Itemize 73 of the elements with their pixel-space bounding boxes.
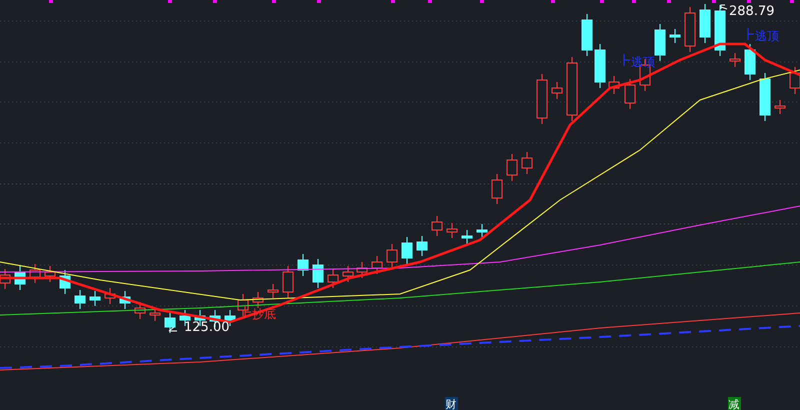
event-label: 减 bbox=[728, 398, 740, 410]
candlestick bbox=[328, 268, 338, 288]
candlestick bbox=[44, 266, 56, 282]
tick-mark bbox=[747, 0, 751, 3]
candlestick bbox=[164, 312, 176, 334]
tick-mark bbox=[168, 0, 172, 3]
candlestick bbox=[120, 290, 130, 310]
candlestick bbox=[356, 262, 368, 278]
event-label: 财 bbox=[446, 398, 456, 410]
candlestick bbox=[134, 302, 146, 320]
candlestick bbox=[730, 52, 740, 68]
tick-mark bbox=[317, 0, 321, 3]
candlestick bbox=[30, 264, 40, 284]
tick-mark bbox=[272, 0, 276, 3]
candlestick bbox=[252, 292, 264, 308]
tick-mark bbox=[551, 0, 555, 3]
tick-mark bbox=[391, 0, 395, 3]
candlestick bbox=[552, 82, 562, 100]
tick-mark bbox=[600, 0, 604, 3]
tick-mark bbox=[213, 0, 217, 3]
tick-mark bbox=[790, 0, 794, 3]
candlestick bbox=[0, 268, 10, 290]
candlestick bbox=[90, 290, 100, 306]
candlestick bbox=[268, 284, 278, 298]
candlestick bbox=[582, 14, 592, 56]
candlestick bbox=[670, 28, 680, 44]
tick-mark bbox=[428, 0, 432, 3]
candlestick bbox=[238, 294, 248, 316]
marker-icon bbox=[624, 54, 630, 66]
candlestick bbox=[714, 4, 726, 56]
candlestick bbox=[298, 254, 308, 276]
pointer-icon bbox=[168, 326, 178, 332]
marker-icon bbox=[244, 306, 252, 318]
candlestick bbox=[760, 72, 770, 122]
candlestick bbox=[654, 24, 666, 62]
candlestick bbox=[536, 74, 548, 124]
candlestick bbox=[522, 152, 532, 174]
candlestick bbox=[446, 222, 458, 238]
candlestick bbox=[342, 266, 354, 282]
candlestick bbox=[60, 270, 70, 294]
candlestick bbox=[462, 230, 472, 244]
candlestick bbox=[744, 44, 756, 80]
candlestick bbox=[282, 266, 294, 298]
candlestick bbox=[506, 154, 518, 182]
candlestick bbox=[566, 56, 578, 122]
signal-label: 逃顶 bbox=[755, 29, 779, 43]
tick-mark bbox=[49, 0, 53, 3]
candlestick bbox=[432, 216, 442, 236]
candlestick bbox=[594, 44, 606, 88]
candlestick bbox=[312, 258, 324, 288]
candlestick bbox=[104, 288, 116, 304]
candlestick bbox=[684, 6, 696, 52]
candlestick bbox=[492, 174, 502, 204]
tick-mark bbox=[667, 0, 671, 3]
tick-mark bbox=[632, 0, 636, 3]
candlestick bbox=[416, 236, 428, 256]
candlestick bbox=[372, 256, 382, 274]
candlestick bbox=[14, 266, 26, 290]
marker-icon bbox=[748, 28, 754, 40]
candlestick bbox=[790, 66, 800, 94]
price-label: 288.79 bbox=[729, 4, 774, 19]
candlestick bbox=[386, 244, 398, 268]
tick-mark bbox=[480, 0, 484, 3]
price-label: 125.00 bbox=[184, 320, 230, 335]
candlestick bbox=[624, 78, 636, 110]
pointer-icon bbox=[720, 4, 728, 10]
candlestick bbox=[608, 76, 620, 94]
tick-mark bbox=[712, 0, 716, 3]
candlestick bbox=[774, 100, 786, 114]
candlestick bbox=[402, 236, 412, 264]
candlestick bbox=[476, 224, 488, 238]
candlestick bbox=[700, 4, 710, 44]
candlestick bbox=[74, 290, 86, 310]
